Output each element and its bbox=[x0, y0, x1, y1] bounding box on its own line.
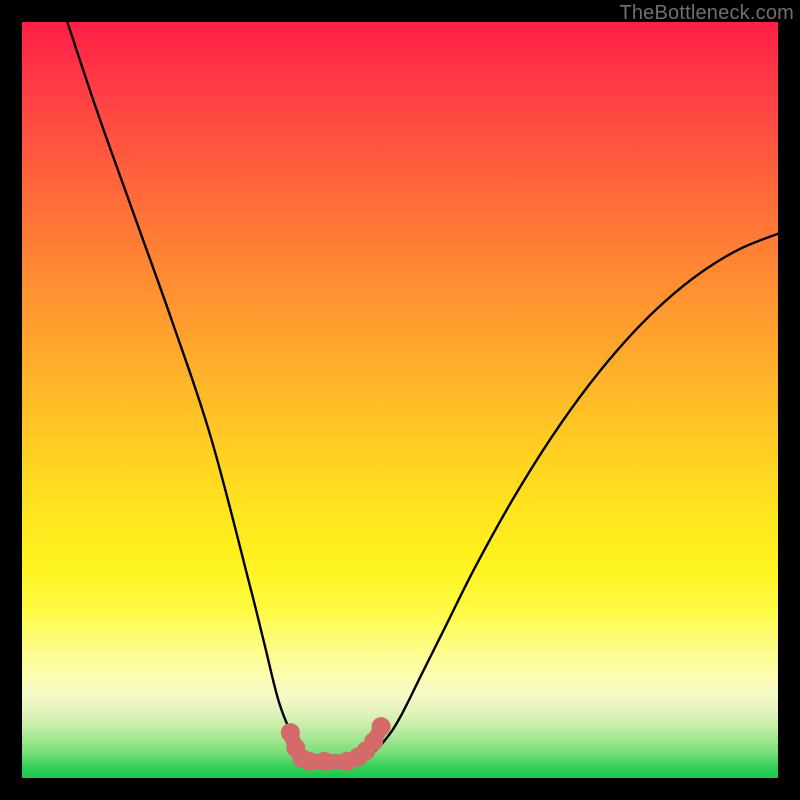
marker-dot bbox=[372, 717, 391, 736]
chart-frame: TheBottleneck.com bbox=[0, 0, 800, 800]
bottleneck-curve bbox=[67, 22, 778, 763]
marker-dot bbox=[315, 752, 334, 771]
watermark-text: TheBottleneck.com bbox=[619, 2, 794, 25]
plot-area bbox=[22, 22, 778, 778]
curve-svg bbox=[22, 22, 778, 778]
